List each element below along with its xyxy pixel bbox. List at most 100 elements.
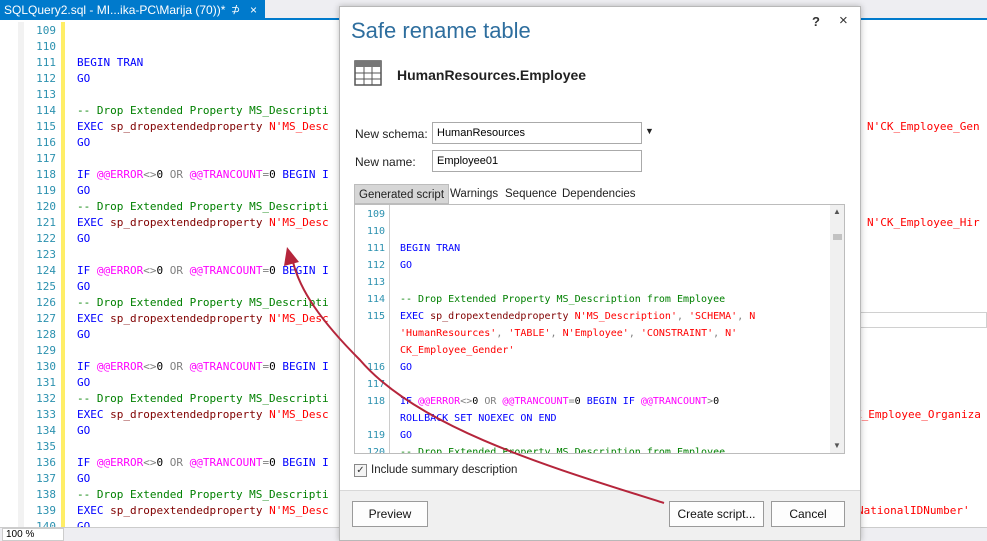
schema-combobox[interactable]: HumanResources xyxy=(432,122,642,144)
help-icon[interactable]: ? xyxy=(812,14,820,29)
scroll-thumb[interactable] xyxy=(833,234,842,240)
script-line-number: 117 xyxy=(366,379,385,390)
script-token: OR xyxy=(484,396,503,407)
line-number: 134 xyxy=(36,424,56,437)
code-token: GO xyxy=(77,376,91,389)
change-tracking-bar xyxy=(61,22,65,527)
code-token: OR xyxy=(169,264,190,277)
script-token: 0 xyxy=(574,396,587,407)
code-token: @@ERROR xyxy=(96,360,144,373)
code-token: -- Drop Extended Property MS_Descripti xyxy=(77,104,329,117)
close-icon[interactable]: × xyxy=(839,12,848,29)
code-token: 0 xyxy=(269,264,283,277)
script-token: -- Drop Extended Property MS_Description… xyxy=(400,447,726,454)
code-token: -- Drop Extended Property MS_Descripti xyxy=(77,200,329,213)
code-token: -- Drop Extended Property MS_Descripti xyxy=(77,296,329,309)
tab-title: SQLQuery2.sql - MI...ika-PC\Marija (70))… xyxy=(4,3,226,17)
line-number: 125 xyxy=(36,280,56,293)
code-token: GO xyxy=(77,328,91,341)
generated-script-view[interactable]: ▲ ▼ 109 110 111 BEGIN TRAN 112 GO 113 114 -- Dro… xyxy=(354,204,845,454)
line-number: 130 xyxy=(36,360,56,373)
code-token: GO xyxy=(77,424,91,437)
code-token: GO xyxy=(77,72,91,85)
line-number: 114 xyxy=(36,104,56,117)
code-token: EXEC xyxy=(77,408,111,421)
script-token: @@TRANCOUNT xyxy=(640,396,708,407)
script-token: EXEC xyxy=(400,311,431,322)
script-line: CK_Employee_Gender' xyxy=(400,342,514,359)
script-line: EXEC sp_dropextendedproperty N'MS_Descri… xyxy=(400,308,755,325)
script-token: @@ERROR xyxy=(418,396,461,407)
tab-sequence[interactable]: Sequence xyxy=(505,184,557,204)
line-number: 139 xyxy=(36,504,56,517)
code-token: <> xyxy=(143,456,157,469)
code-token: @@ERROR xyxy=(96,264,144,277)
tab-dependencies[interactable]: Dependencies xyxy=(562,184,636,204)
code-token: EXEC xyxy=(77,216,111,229)
line-number: 109 xyxy=(36,24,56,37)
code-token: 0 xyxy=(156,360,170,373)
table-name: HumanResources.Employee xyxy=(397,67,587,83)
code-token: sp_dropextendedproperty xyxy=(110,408,270,421)
code-token: 0 xyxy=(156,168,170,181)
code-token: BEGIN I xyxy=(282,264,329,277)
code-fragment: NationalIDNumber' xyxy=(857,504,970,517)
tab-sqlquery2[interactable]: SQLQuery2.sql - MI...ika-PC\Marija (70))… xyxy=(0,0,265,20)
script-token: , xyxy=(550,328,563,339)
pin-icon[interactable]: ⊅ xyxy=(231,0,240,20)
line-number: 122 xyxy=(36,232,56,245)
code-token: IF xyxy=(77,264,97,277)
code-token: EXEC xyxy=(77,504,111,517)
create-script-button[interactable]: Create script... xyxy=(669,501,764,527)
script-token: , xyxy=(713,328,726,339)
code-token: BEGIN I xyxy=(282,456,329,469)
script-token: CK_Employee_Gender' xyxy=(400,345,515,356)
script-token: BEGIN TRAN xyxy=(400,243,461,254)
schema-label: New schema: xyxy=(355,127,428,141)
vertical-scrollbar[interactable]: ▲ ▼ xyxy=(830,205,844,453)
script-line: BEGIN TRAN xyxy=(400,240,460,257)
line-number: 133 xyxy=(36,408,56,421)
script-token: 0 xyxy=(713,396,720,407)
line-number: 128 xyxy=(36,328,56,341)
chevron-down-icon[interactable]: ▼ xyxy=(645,126,654,136)
script-token: @@TRANCOUNT xyxy=(502,396,569,407)
code-token: sp_dropextendedproperty xyxy=(110,504,270,517)
code-token: <> xyxy=(143,360,157,373)
code-token: -- Drop Extended Property MS_Descripti xyxy=(77,392,329,405)
tab-generated-script[interactable]: Generated script xyxy=(354,184,450,204)
zoom-select[interactable]: 100 % xyxy=(2,528,64,541)
code-token: GO xyxy=(77,520,91,527)
script-token: N' xyxy=(725,328,738,339)
script-line: -- Drop Extended Property MS_Description… xyxy=(400,291,725,308)
script-token: GO xyxy=(400,260,413,271)
script-line: GO xyxy=(400,427,412,444)
script-line-number: 111 xyxy=(366,243,385,254)
script-token: 0 xyxy=(472,396,485,407)
script-line-number: 119 xyxy=(366,430,385,441)
cancel-button[interactable]: Cancel xyxy=(771,501,845,527)
scroll-up-icon[interactable]: ▲ xyxy=(833,207,841,216)
script-token: , xyxy=(676,311,690,322)
script-token: 'CONSTRAINT' xyxy=(640,328,714,339)
code-token: N'MS_Desc xyxy=(269,504,329,517)
line-number: 135 xyxy=(36,440,56,453)
code-token: GO xyxy=(77,472,91,485)
script-token: -- Drop Extended Property MS_Description… xyxy=(400,294,726,305)
script-line-number: 115 xyxy=(366,311,385,322)
code-token: IF xyxy=(77,360,97,373)
tab-warnings[interactable]: Warnings xyxy=(450,184,498,204)
script-line: IF @@ERROR<>0 OR @@TRANCOUNT=0 BEGIN IF … xyxy=(400,393,719,410)
include-summary-checkbox[interactable]: ✓ xyxy=(354,464,367,477)
preview-button[interactable]: Preview xyxy=(352,501,428,527)
close-tab-icon[interactable]: × xyxy=(250,0,257,20)
line-number: 138 xyxy=(36,488,56,501)
script-line-number: 120 xyxy=(366,447,385,454)
line-number: 112 xyxy=(36,72,56,85)
new-name-field[interactable]: Employee01 xyxy=(432,150,642,172)
code-token: GO xyxy=(77,184,91,197)
scroll-down-icon[interactable]: ▼ xyxy=(833,441,841,450)
code-token: BEGIN TRAN xyxy=(77,56,144,69)
code-token: 0 xyxy=(156,264,170,277)
script-token: , xyxy=(737,311,750,322)
